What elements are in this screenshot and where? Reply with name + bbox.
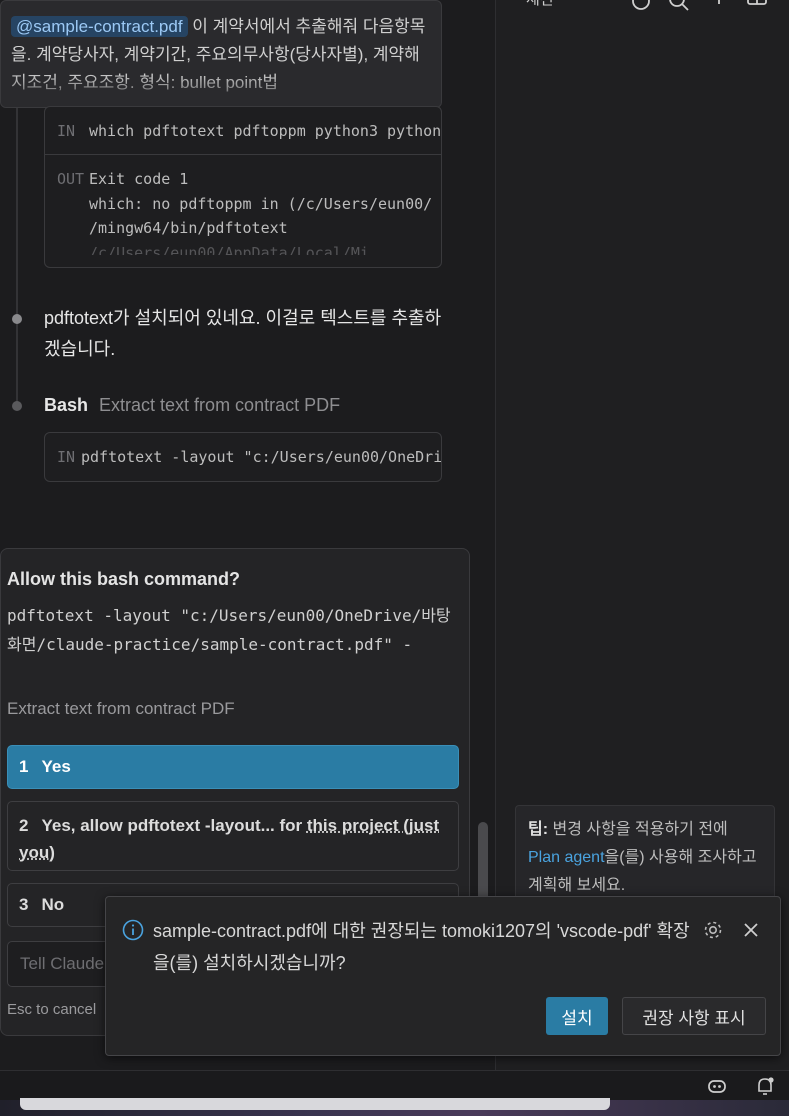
info-icon xyxy=(122,919,144,941)
session-label: 세션 xyxy=(526,0,554,9)
in-tag: IN xyxy=(57,121,76,140)
scrollbar-thumb[interactable] xyxy=(478,822,488,902)
taskbar-window-preview xyxy=(20,1098,610,1110)
permission-title: Allow this bash command? xyxy=(7,569,241,589)
split-view-icon[interactable] xyxy=(746,0,768,12)
copilot-icon[interactable] xyxy=(706,1075,728,1097)
bash-step-header: Bash Extract text from contract PDF xyxy=(44,390,340,421)
output-line: Exit code 1 xyxy=(89,170,189,188)
output-line: /mingw64/bin/pdftotext xyxy=(89,219,288,237)
close-icon[interactable] xyxy=(740,919,762,941)
tip-label: 팁: xyxy=(528,821,549,838)
timeline-dot xyxy=(12,314,22,324)
tip-text: 변경 사항을 적용하기 전에 xyxy=(548,821,728,838)
option-allow-project[interactable]: 2 Yes, allow pdftotext -layout... for thi… xyxy=(7,801,459,871)
toast-message: sample-contract.pdf에 대한 권장되는 tomoki1207의… xyxy=(153,921,690,973)
file-mention-chip[interactable]: @sample-contract.pdf xyxy=(11,16,188,37)
plan-agent-link[interactable]: Plan agent xyxy=(528,849,605,866)
tip-box: 팁: 변경 사항을 적용하기 전에 Plan agent을(를) 사용해 조사하… xyxy=(515,805,775,905)
assistant-message: pdftotext가 설치되어 있네요. 이걸로 텍스트를 추출하겠습니다. xyxy=(44,308,442,359)
gear-icon[interactable] xyxy=(702,919,724,941)
pin-icon[interactable] xyxy=(708,0,730,12)
option-yes[interactable]: 1 Yes xyxy=(7,745,459,789)
bell-icon[interactable] xyxy=(754,1075,776,1097)
history-icon[interactable] xyxy=(630,0,652,12)
prompt-fade xyxy=(1,73,441,107)
in-tag: IN xyxy=(57,448,76,466)
bash-input-block: IN pdftotext -layout "c:/Users/eun00/One… xyxy=(44,432,442,482)
bash-input-text: pdftotext -layout "c:/Users/eun00/OneDri… xyxy=(81,448,441,466)
option-label: Yes xyxy=(41,757,71,776)
option-label: No xyxy=(41,895,65,914)
show-recommendations-button[interactable]: 권장 사항 표시 xyxy=(622,997,766,1035)
bash-label: Bash xyxy=(44,395,89,415)
install-button[interactable]: 설치 xyxy=(546,997,608,1035)
tool-input-text: which pdftotext pdftoppm python3 python xyxy=(89,121,441,140)
tool-output-block: IN which pdftotext pdftoppm python3 pyth… xyxy=(44,106,442,268)
status-bar xyxy=(0,1070,789,1100)
out-tag: OUT xyxy=(57,170,85,188)
timeline-dot xyxy=(12,401,22,411)
bash-description: Extract text from contract PDF xyxy=(99,395,341,415)
output-line: which: no pdftoppm in (/c/Users/eun00/ xyxy=(89,194,433,213)
user-prompt-bubble[interactable]: @sample-contract.pdf 이 계약서에서 추출해줘 다음항목을.… xyxy=(0,0,442,108)
output-line: /c/Users/eun00/AppData/Local/Mi... xyxy=(89,243,397,255)
option-label: 2 Yes, allow pdftotext -layout... for thi… xyxy=(19,816,440,862)
esc-hint: Esc to cancel xyxy=(7,1001,97,1018)
permission-description: Extract text from contract PDF xyxy=(7,699,235,718)
extension-recommendation-toast: sample-contract.pdf에 대한 권장되는 tomoki1207의… xyxy=(105,896,781,1056)
timeline-line xyxy=(16,108,18,408)
option-number: 1 xyxy=(19,757,29,776)
search-icon[interactable] xyxy=(668,0,690,12)
permission-command: pdftotext -layout "c:/Users/eun00/OneDri… xyxy=(7,606,461,654)
option-number: 3 xyxy=(19,895,29,914)
